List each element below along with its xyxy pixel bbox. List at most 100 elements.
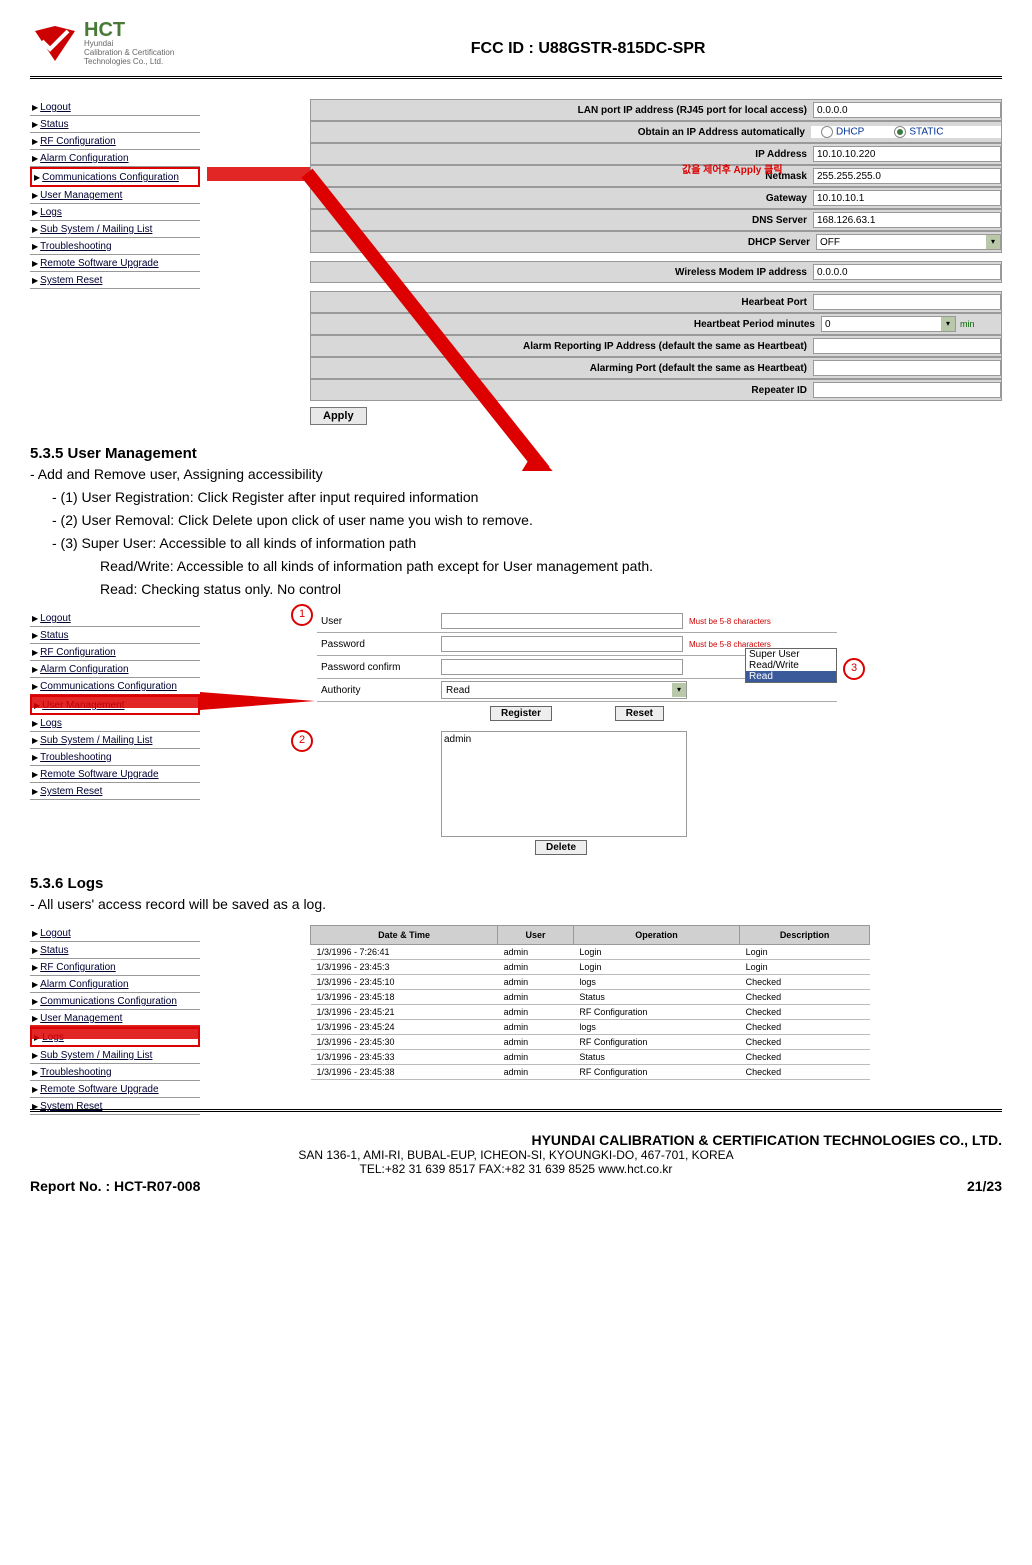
triangle-icon: ▶ <box>32 929 38 938</box>
sidebar-item[interactable]: ▶Sub System / Mailing List <box>30 732 200 749</box>
form-row: Netmask255.255.255.0 <box>310 165 1002 187</box>
sidebar-item-label: User Management <box>42 700 124 711</box>
sidebar-item[interactable]: ▶Alarm Configuration <box>30 976 200 993</box>
sidebar-item[interactable]: ▶System Reset <box>30 272 200 289</box>
dropdown-opt-selected[interactable]: Read <box>746 671 836 682</box>
user-input[interactable] <box>441 613 683 629</box>
confirm-input[interactable] <box>441 659 683 675</box>
sidebar-item[interactable]: ▶System Reset <box>30 783 200 800</box>
table-row: 1/3/1996 - 23:45:3adminLoginLogin <box>311 960 870 975</box>
sidebar-item[interactable]: ▶Logout <box>30 99 200 116</box>
sidebar-item[interactable]: ▶Communications Configuration <box>30 678 200 695</box>
form-row: Repeater ID <box>310 379 1002 401</box>
authority-select[interactable]: Read ▾ <box>441 681 687 699</box>
text-input[interactable] <box>813 338 1001 354</box>
text-input[interactable] <box>813 294 1001 310</box>
radio-option[interactable]: DHCP <box>821 126 864 138</box>
form-label: DNS Server <box>311 215 813 226</box>
sidebar-item[interactable]: ▶Troubleshooting <box>30 749 200 766</box>
triangle-icon: ▶ <box>32 736 38 745</box>
table-cell: Checked <box>740 1005 870 1020</box>
form-row: DNS Server168.126.63.1 <box>310 209 1002 231</box>
logs-panel: Date & TimeUserOperationDescription 1/3/… <box>310 925 1002 1115</box>
red-annotation-text: 값을 제어후 Apply 클릭 <box>682 161 783 176</box>
select-input[interactable]: 0▾ <box>821 316 956 332</box>
sidebar-item[interactable]: ▶Logout <box>30 610 200 627</box>
sidebar-item[interactable]: ▶User Management <box>30 187 200 204</box>
sidebar-item[interactable]: ▶Communications Configuration <box>30 167 200 187</box>
text-input[interactable]: 168.126.63.1 <box>813 212 1001 228</box>
sidebar-item[interactable]: ▶Status <box>30 942 200 959</box>
form-row: DHCP ServerOFF▾ <box>310 231 1002 253</box>
sidebar-item-label: Logout <box>40 613 71 624</box>
triangle-icon: ▶ <box>32 208 38 217</box>
chevron-down-icon: ▾ <box>941 317 955 331</box>
sidebar-item[interactable]: ▶Remote Software Upgrade <box>30 255 200 272</box>
text-input[interactable]: 255.255.255.0 <box>813 168 1001 184</box>
heading-535: 5.3.5 User Management <box>30 445 1002 462</box>
page-number: 21/23 <box>967 1178 1002 1194</box>
sidebar-item-label: Alarm Configuration <box>40 979 128 990</box>
text-input[interactable] <box>813 382 1001 398</box>
text-input[interactable]: 10.10.10.1 <box>813 190 1001 206</box>
sidebar-item[interactable]: ▶Remote Software Upgrade <box>30 766 200 783</box>
sidebar-item[interactable]: ▶Sub System / Mailing List <box>30 1047 200 1064</box>
user-list-item[interactable]: admin <box>444 734 684 745</box>
sidebar-item-label: System Reset <box>40 275 102 286</box>
apply-button[interactable]: Apply <box>310 407 367 425</box>
password-input[interactable] <box>441 636 683 652</box>
sidebar-item-label: User Management <box>40 190 122 201</box>
sidebar-item[interactable]: ▶Status <box>30 627 200 644</box>
text-input[interactable]: 0.0.0.0 <box>813 102 1001 118</box>
register-button[interactable]: Register <box>490 706 552 721</box>
sidebar-item[interactable]: ▶Logs <box>30 204 200 221</box>
sidebar-item-label: Troubleshooting <box>40 241 111 252</box>
user-list[interactable]: admin <box>441 731 687 837</box>
table-cell: 1/3/1996 - 23:45:30 <box>311 1035 498 1050</box>
triangle-icon: ▶ <box>32 770 38 779</box>
sidebar-item[interactable]: ▶Troubleshooting <box>30 238 200 255</box>
table-cell: Login <box>740 960 870 975</box>
sidebar-item[interactable]: ▶Alarm Configuration <box>30 150 200 167</box>
sidebar-item[interactable]: ▶RF Configuration <box>30 959 200 976</box>
table-cell: admin <box>498 945 574 960</box>
sidebar-item[interactable]: ▶System Reset <box>30 1098 200 1115</box>
dropdown-opt[interactable]: Super User <box>746 649 836 660</box>
table-cell: Checked <box>740 1065 870 1080</box>
sidebar-item-label: Sub System / Mailing List <box>40 1050 152 1061</box>
delete-button[interactable]: Delete <box>535 840 587 855</box>
text-input[interactable] <box>813 360 1001 376</box>
sidebar-item[interactable]: ▶Alarm Configuration <box>30 661 200 678</box>
dropdown-opt[interactable]: Read/Write <box>746 660 836 671</box>
wireless-input[interactable]: 0.0.0.0 <box>813 264 1001 280</box>
triangle-icon: ▶ <box>32 787 38 796</box>
text-input[interactable]: 10.10.10.220 <box>813 146 1001 162</box>
sidebar-item[interactable]: ▶User Management <box>30 1010 200 1027</box>
table-cell: 1/3/1996 - 23:45:33 <box>311 1050 498 1065</box>
sidebar-item[interactable]: ▶Sub System / Mailing List <box>30 221 200 238</box>
text-535-5: Read/Write: Accessible to all kinds of i… <box>100 556 1002 577</box>
table-cell: Status <box>573 990 739 1005</box>
sidebar-item[interactable]: ▶User Management <box>30 695 200 715</box>
reset-button[interactable]: Reset <box>615 706 664 721</box>
sidebar-item[interactable]: ▶Logs <box>30 1027 200 1047</box>
table-cell: Checked <box>740 1020 870 1035</box>
sidebar-item[interactable]: ▶RF Configuration <box>30 133 200 150</box>
sidebar-item-label: Alarm Configuration <box>40 664 128 675</box>
triangle-icon: ▶ <box>32 1085 38 1094</box>
sidebar-item[interactable]: ▶Status <box>30 116 200 133</box>
sidebar-item[interactable]: ▶Logs <box>30 715 200 732</box>
sidebar-item-label: Logout <box>40 102 71 113</box>
annotation-circle-3: 3 <box>843 658 865 680</box>
sidebar-item[interactable]: ▶Logout <box>30 925 200 942</box>
select-input[interactable]: OFF▾ <box>816 234 1001 250</box>
menu-panel: ▶Logout▶Status▶RF Configuration▶Alarm Co… <box>30 925 200 1115</box>
table-row: 1/3/1996 - 23:45:33adminStatusChecked <box>311 1050 870 1065</box>
sidebar-item[interactable]: ▶RF Configuration <box>30 644 200 661</box>
sidebar-item[interactable]: ▶Remote Software Upgrade <box>30 1081 200 1098</box>
form-label: Repeater ID <box>311 385 813 396</box>
radio-option[interactable]: STATIC <box>894 126 943 138</box>
sidebar-item-label: Sub System / Mailing List <box>40 735 152 746</box>
sidebar-item[interactable]: ▶Communications Configuration <box>30 993 200 1010</box>
sidebar-item[interactable]: ▶Troubleshooting <box>30 1064 200 1081</box>
